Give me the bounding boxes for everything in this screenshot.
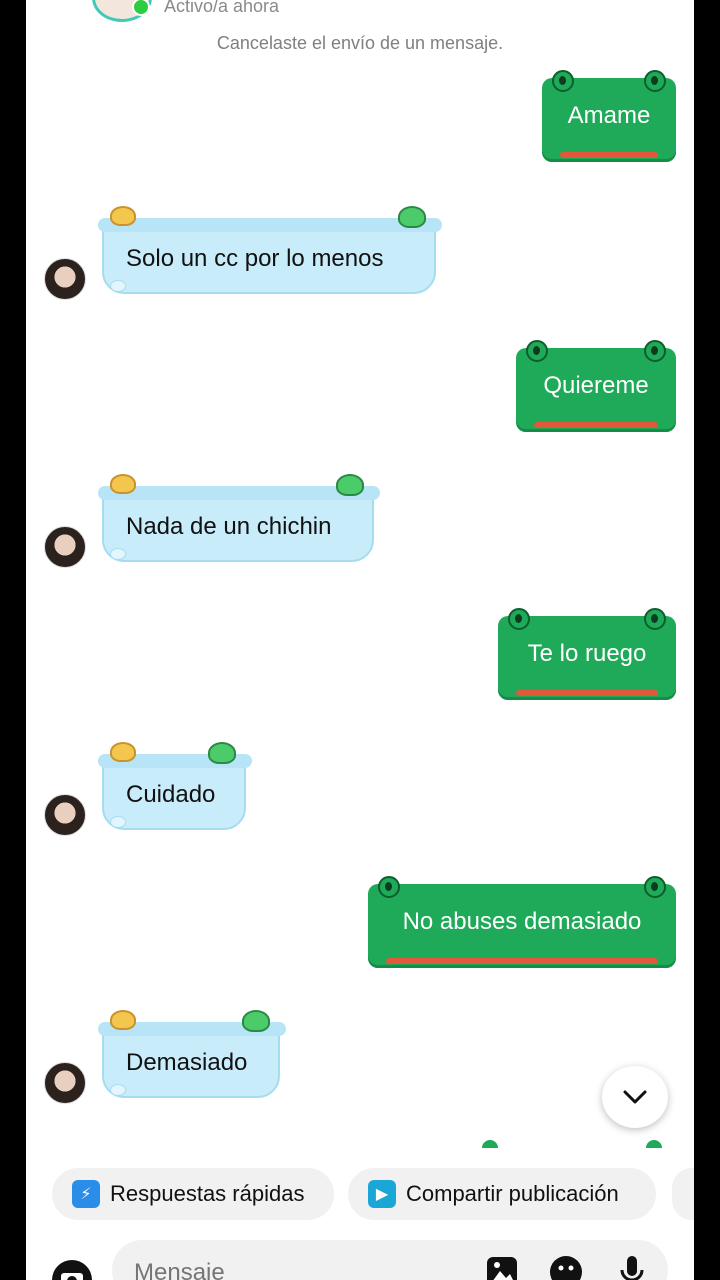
message-composer[interactable] (112, 1240, 668, 1280)
contact-status: Activo/a ahora (164, 0, 280, 16)
frog-eye-right (644, 608, 666, 630)
play-icon: ▶ (368, 1180, 396, 1208)
frog-sticker-icon (208, 742, 236, 764)
bubble-drops (110, 816, 126, 828)
microphone-icon[interactable] (614, 1254, 650, 1280)
frog-eye-right (644, 340, 666, 362)
message-text: Nada de un chichin (126, 513, 332, 540)
more-actions-chip[interactable] (672, 1168, 694, 1220)
bubble-cap (98, 218, 442, 232)
duck-sticker-icon (110, 474, 136, 494)
received-message[interactable]: Nada de un chichin (98, 474, 380, 562)
duck-sticker-icon (110, 206, 136, 226)
partial-frog-eye (646, 1140, 662, 1148)
online-indicator (132, 0, 150, 16)
frog-eye-right (644, 70, 666, 92)
message-text: No abuses demasiado (402, 908, 642, 935)
frog-sticker-icon (336, 474, 364, 496)
frog-sticker-icon (398, 206, 426, 228)
sent-message[interactable]: Amame (542, 70, 676, 162)
lightning-icon: ⚡ (72, 1180, 100, 1208)
received-message[interactable]: Cuidado (98, 742, 252, 830)
message-text: Te lo ruego (527, 640, 647, 667)
frog-eye-left (552, 70, 574, 92)
quick-replies-button[interactable]: ⚡ Respuestas rápidas (52, 1168, 334, 1220)
frog-eye-left (508, 608, 530, 630)
message-text: Cuidado (126, 781, 216, 808)
partial-frog-eye (482, 1140, 498, 1148)
sent-message[interactable]: No abuses demasiado (368, 876, 676, 968)
share-post-button[interactable]: ▶ Compartir publicación (348, 1168, 656, 1220)
chevron-down-icon (623, 1090, 647, 1104)
sender-avatar[interactable] (44, 1062, 86, 1104)
sent-message[interactable]: Te lo ruego (498, 608, 676, 700)
duck-sticker-icon (110, 742, 136, 762)
message-input[interactable] (132, 1258, 436, 1280)
sticker-icon[interactable] (548, 1254, 584, 1280)
gallery-icon[interactable] (484, 1254, 520, 1280)
composer-area: ⚡ Respuestas rápidas ▶ Compartir publica… (26, 1148, 694, 1280)
frog-sticker-icon (242, 1010, 270, 1032)
frog-eye-left (526, 340, 548, 362)
unsent-message-note: Cancelaste el envío de un mensaje. (216, 33, 504, 53)
message-text: Demasiado (126, 1049, 248, 1076)
bubble-drops (110, 548, 126, 560)
message-text: Solo un cc por lo menos (126, 245, 384, 272)
frog-mouth (534, 422, 658, 428)
received-message[interactable]: Demasiado (98, 1010, 286, 1098)
sender-avatar[interactable] (44, 794, 86, 836)
received-message[interactable]: Solo un cc por lo menos (98, 206, 442, 294)
message-text: Quiereme (543, 372, 649, 399)
quick-replies-label: Respuestas rápidas (110, 1181, 305, 1206)
bubble-drops (110, 280, 126, 292)
scroll-to-bottom-button[interactable] (602, 1066, 668, 1128)
duck-sticker-icon (110, 1010, 136, 1030)
frog-mouth (560, 152, 658, 158)
frog-mouth (386, 958, 658, 964)
sent-message[interactable]: Quiereme (516, 340, 676, 432)
share-post-label: Compartir publicación (406, 1181, 619, 1206)
chat-header: Activo/a ahora (26, 0, 694, 30)
frog-mouth (516, 690, 658, 696)
frog-eye-left (378, 876, 400, 898)
camera-icon[interactable] (52, 1260, 92, 1280)
chat-screen: Activo/a ahora Cancelaste el envío de un… (26, 0, 694, 1280)
sender-avatar[interactable] (44, 526, 86, 568)
sender-avatar[interactable] (44, 258, 86, 300)
bubble-drops (110, 1084, 126, 1096)
message-text: Amame (567, 102, 651, 129)
frog-eye-right (644, 876, 666, 898)
